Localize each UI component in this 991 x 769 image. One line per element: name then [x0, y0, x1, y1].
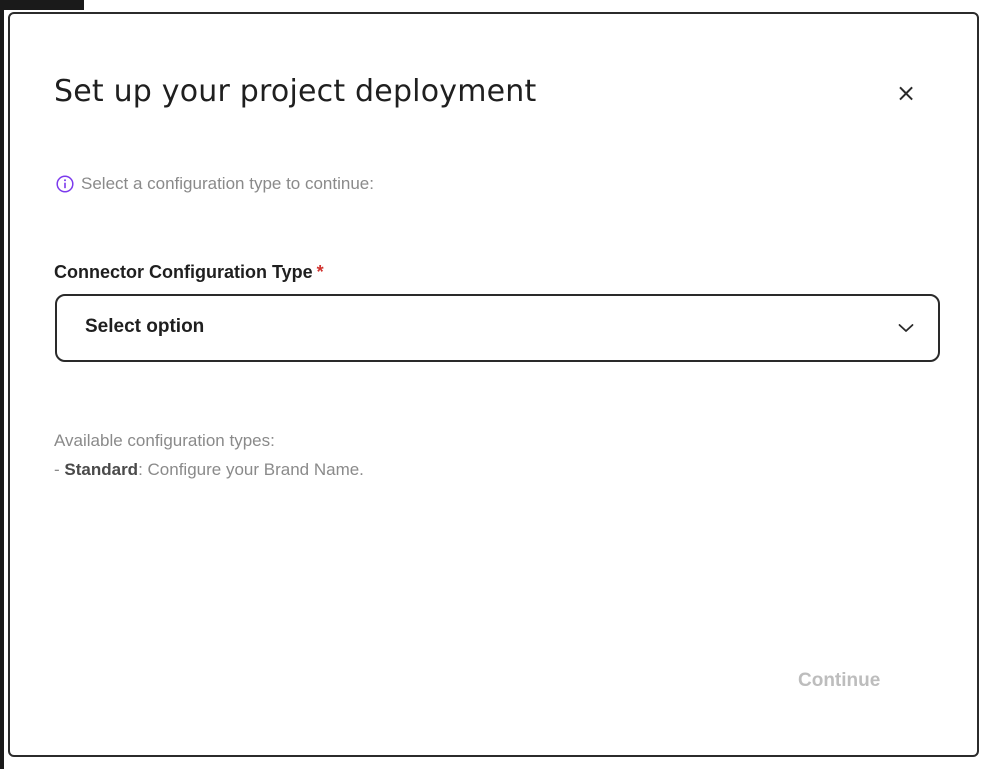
- close-icon: ×: [895, 79, 917, 107]
- page-backdrop: Set up your project deployment × Select …: [0, 0, 991, 769]
- config-types-description: Available configuration types: - Standar…: [54, 426, 364, 484]
- close-button[interactable]: ×: [890, 77, 922, 109]
- required-indicator: *: [316, 262, 324, 282]
- info-hint: Select a configuration type to continue:: [56, 174, 374, 194]
- dialog-title: Set up your project deployment: [54, 74, 537, 109]
- backdrop-edge: [0, 0, 4, 769]
- description-heading: Available configuration types:: [54, 431, 275, 450]
- config-type-desc: : Configure your Brand Name.: [138, 460, 364, 479]
- config-type-name: Standard: [64, 460, 139, 479]
- info-circle-icon: [56, 175, 74, 193]
- connector-config-type-select[interactable]: Select option: [55, 294, 940, 362]
- item-prefix: -: [54, 460, 65, 479]
- hint-text: Select a configuration type to continue:: [81, 174, 374, 193]
- config-type-item: - Standard: Configure your Brand Name.: [54, 455, 364, 484]
- select-placeholder: Select option: [85, 316, 205, 337]
- continue-button[interactable]: Continue: [798, 670, 880, 692]
- field-label-text: Connector Configuration Type: [54, 262, 313, 282]
- deployment-setup-dialog: Set up your project deployment × Select …: [8, 12, 979, 757]
- connector-config-type-label: Connector Configuration Type *: [54, 262, 324, 283]
- backdrop-topbar: [0, 0, 84, 10]
- chevron-down-icon: [898, 324, 914, 332]
